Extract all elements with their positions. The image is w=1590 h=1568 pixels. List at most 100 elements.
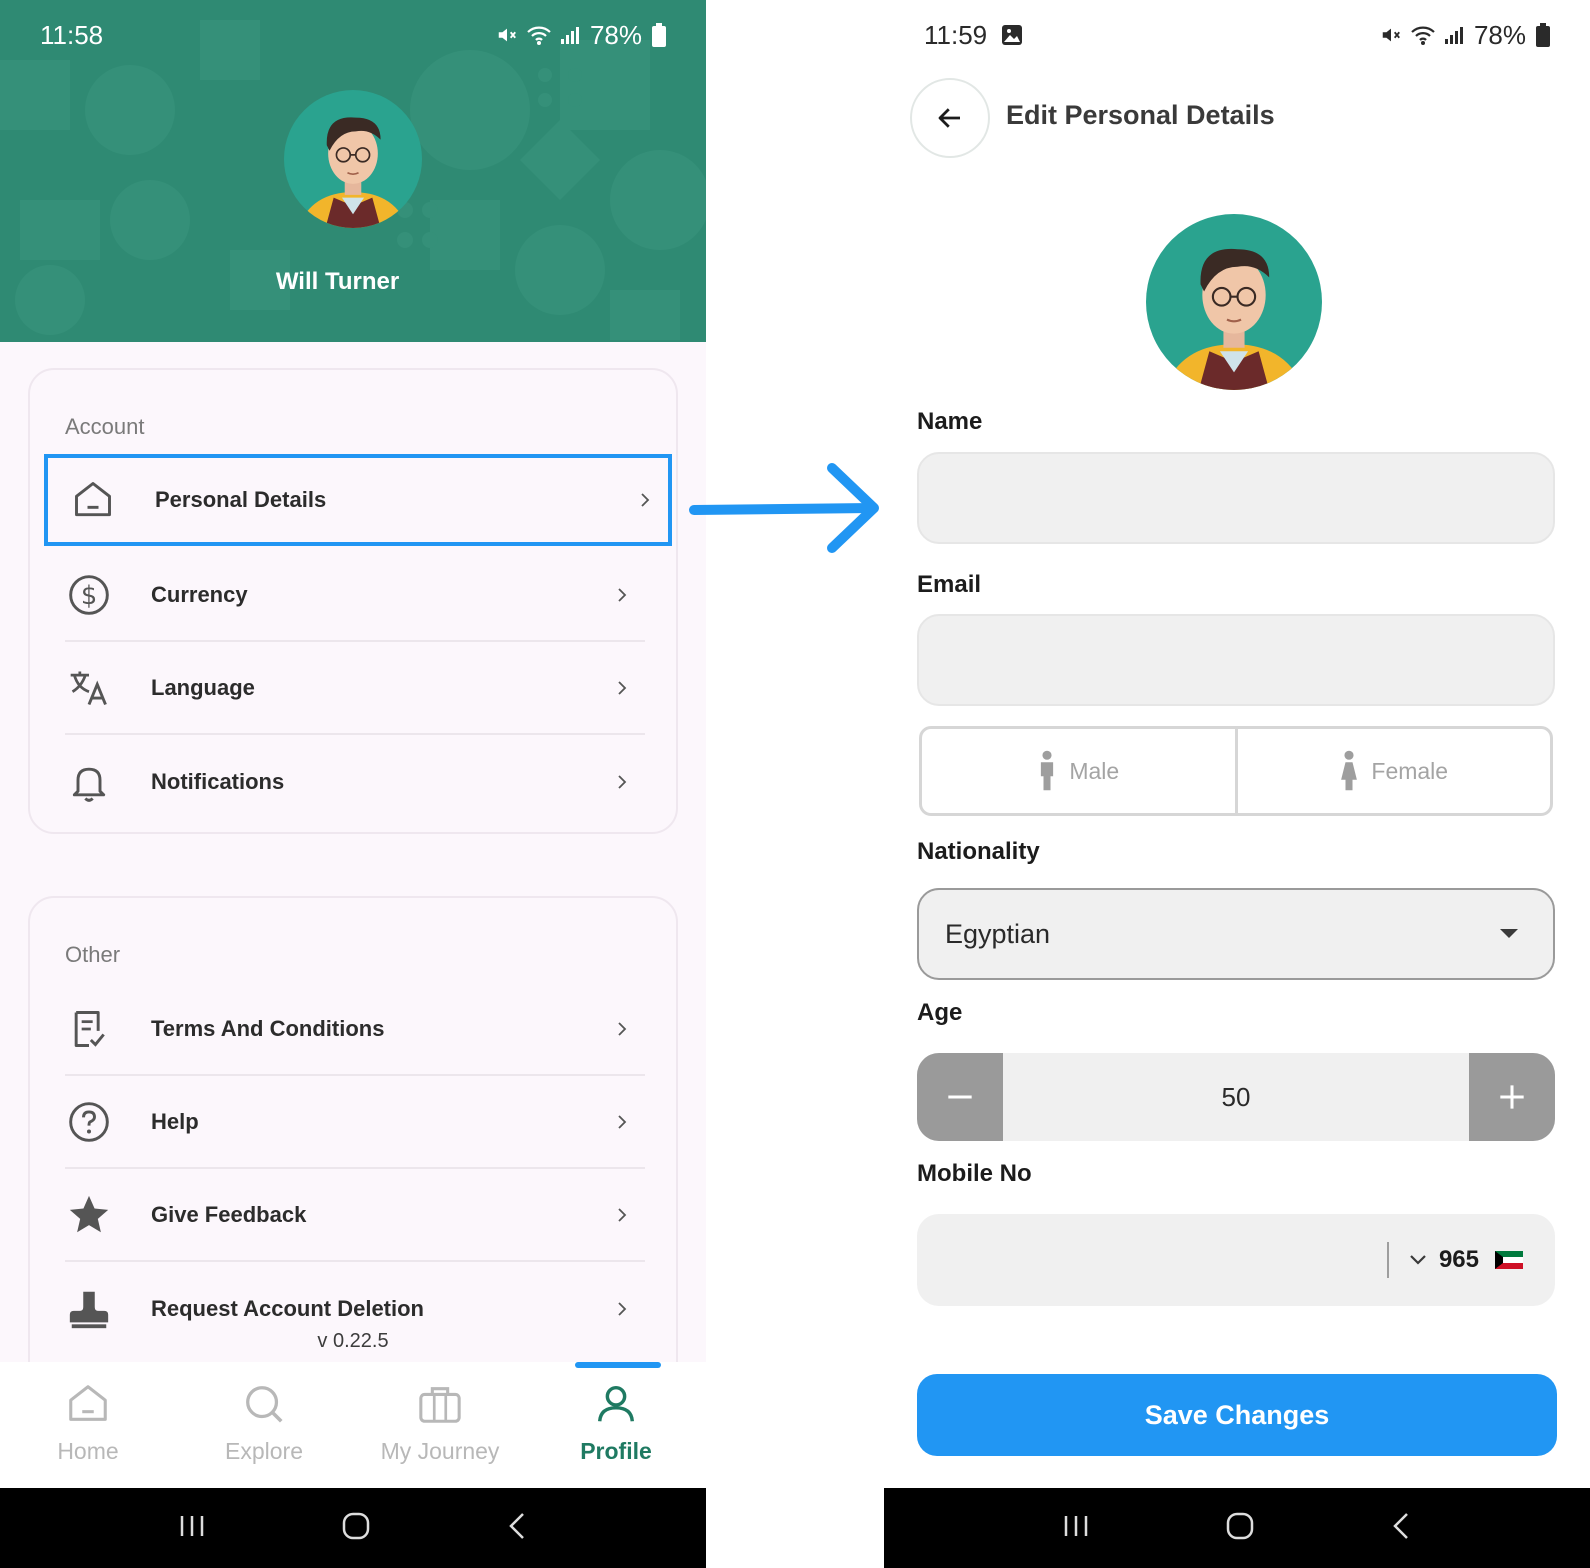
chevron-right-icon bbox=[607, 1200, 637, 1230]
status-time: 11:59 bbox=[924, 19, 988, 50]
transition-arrow-icon bbox=[689, 463, 879, 553]
email-label: Email bbox=[917, 571, 982, 598]
chevron-right-icon bbox=[630, 485, 660, 515]
avatar-illustration bbox=[1146, 214, 1322, 390]
menu-label: Give Feedback bbox=[151, 1202, 307, 1227]
chevron-right-icon bbox=[607, 1014, 637, 1044]
status-icons bbox=[496, 24, 580, 46]
wifi-icon bbox=[1411, 26, 1435, 45]
menu-label: Language bbox=[151, 675, 255, 700]
recent-apps-icon[interactable] bbox=[1061, 1512, 1091, 1545]
nav-label: Home bbox=[57, 1438, 119, 1464]
age-stepper: 50 bbox=[917, 1053, 1555, 1141]
mobile-divider bbox=[1386, 1242, 1389, 1278]
edit-personal-details-screen: 11:59 78% Edit Personal Details Name Ema… bbox=[884, 0, 1590, 1568]
name-input[interactable] bbox=[919, 454, 1553, 542]
mobile-label: Mobile No bbox=[917, 1160, 1032, 1187]
back-nav-icon[interactable] bbox=[505, 1511, 529, 1546]
age-decrement-button[interactable] bbox=[917, 1053, 1003, 1141]
briefcase-icon bbox=[416, 1380, 464, 1428]
age-value: 50 bbox=[1221, 1081, 1251, 1112]
profile-menu-area: Account Personal Details $ Currency Lang… bbox=[0, 342, 706, 1362]
menu-item-personal-details[interactable]: Personal Details bbox=[44, 454, 672, 546]
star-icon bbox=[65, 1191, 113, 1239]
home-icon bbox=[64, 1380, 112, 1428]
system-nav-bar bbox=[884, 1488, 1590, 1568]
avatar-illustration bbox=[284, 90, 422, 228]
back-button[interactable] bbox=[910, 78, 990, 158]
profile-avatar[interactable] bbox=[284, 90, 422, 228]
recent-apps-icon[interactable] bbox=[177, 1512, 207, 1545]
mobile-field[interactable]: 965 bbox=[917, 1214, 1555, 1306]
name-field[interactable] bbox=[917, 452, 1555, 544]
menu-item-notifications[interactable]: Notifications bbox=[65, 736, 645, 828]
nationality-dropdown[interactable]: Egyptian bbox=[917, 888, 1555, 980]
battery-text: 78% bbox=[589, 19, 642, 50]
status-bar: 11:58 78% bbox=[0, 0, 706, 70]
home-button-icon[interactable] bbox=[341, 1511, 371, 1546]
gender-option-male[interactable]: Male bbox=[922, 729, 1235, 813]
menu-label: Currency bbox=[151, 582, 248, 607]
chevron-right-icon bbox=[607, 767, 637, 797]
age-increment-button[interactable] bbox=[1469, 1053, 1555, 1141]
status-time: 11:58 bbox=[40, 19, 104, 50]
menu-label: Personal Details bbox=[155, 487, 327, 512]
profile-name: Will Turner bbox=[275, 268, 400, 295]
gender-label: Female bbox=[1371, 757, 1449, 784]
account-section-title: Account bbox=[65, 414, 145, 439]
back-nav-icon[interactable] bbox=[1389, 1511, 1413, 1546]
menu-item-currency[interactable]: $ Currency bbox=[65, 550, 645, 642]
chevron-right-icon bbox=[607, 1294, 637, 1324]
signal-icon bbox=[1444, 27, 1463, 44]
menu-label: Help bbox=[151, 1109, 199, 1134]
account-card: Account Personal Details $ Currency Lang… bbox=[28, 368, 678, 834]
profile-screen: 11:58 78% Will Turner Account Personal D… bbox=[0, 0, 706, 1568]
nav-tab-explore[interactable]: Explore bbox=[176, 1362, 352, 1488]
nav-label: Profile bbox=[580, 1438, 652, 1464]
question-circle-icon bbox=[65, 1098, 113, 1146]
battery-icon bbox=[652, 23, 666, 47]
home-button-icon[interactable] bbox=[1225, 1511, 1255, 1546]
dollar-circle-icon: $ bbox=[65, 571, 113, 619]
system-nav-bar bbox=[0, 1488, 706, 1568]
user-icon bbox=[592, 1380, 640, 1428]
app-version: v 0.22.5 bbox=[317, 1330, 389, 1352]
menu-label: Terms And Conditions bbox=[151, 1016, 385, 1041]
menu-label: Notifications bbox=[151, 769, 285, 794]
other-card: Other Terms And Conditions Help Give Fee… bbox=[28, 896, 678, 1362]
chevron-down-icon bbox=[1410, 1255, 1426, 1265]
chevron-right-icon bbox=[607, 580, 637, 610]
email-field[interactable] bbox=[917, 614, 1555, 706]
plus-icon bbox=[1500, 1085, 1524, 1109]
menu-item-terms[interactable]: Terms And Conditions bbox=[65, 984, 645, 1076]
gender-option-female[interactable]: Female bbox=[1234, 729, 1551, 813]
nav-label: Explore bbox=[225, 1438, 303, 1464]
signal-icon bbox=[560, 27, 579, 44]
user-icon bbox=[65, 1285, 113, 1333]
mute-icon bbox=[498, 28, 516, 42]
chevron-right-icon bbox=[607, 1107, 637, 1137]
status-icons bbox=[1380, 24, 1464, 46]
menu-item-help[interactable]: Help bbox=[65, 1077, 645, 1169]
menu-item-give-feedback[interactable]: Give Feedback bbox=[65, 1170, 645, 1262]
nav-tab-my-journey[interactable]: My Journey bbox=[352, 1362, 528, 1488]
kuwait-flag-icon bbox=[1495, 1251, 1523, 1269]
svg-text:$: $ bbox=[81, 581, 97, 611]
nav-tab-home[interactable]: Home bbox=[0, 1362, 176, 1488]
menu-item-language[interactable]: Language bbox=[65, 643, 645, 735]
name-label: Name bbox=[917, 408, 983, 435]
email-input[interactable] bbox=[919, 616, 1553, 704]
translate-icon bbox=[65, 664, 113, 712]
country-picker[interactable]: 965 bbox=[1409, 1246, 1523, 1274]
nav-tab-profile[interactable]: Profile bbox=[528, 1362, 704, 1488]
caret-down-icon bbox=[1500, 929, 1518, 938]
search-icon bbox=[240, 1380, 288, 1428]
minus-icon bbox=[948, 1095, 972, 1099]
age-label: Age bbox=[917, 999, 963, 1026]
page-title: Edit Personal Details bbox=[1006, 100, 1275, 130]
nationality-label: Nationality bbox=[917, 838, 1040, 865]
profile-header: 11:58 78% Will Turner bbox=[0, 0, 706, 342]
save-changes-button[interactable]: Save Changes bbox=[917, 1374, 1557, 1456]
other-section-title: Other bbox=[65, 942, 121, 967]
profile-avatar[interactable] bbox=[1146, 214, 1322, 390]
